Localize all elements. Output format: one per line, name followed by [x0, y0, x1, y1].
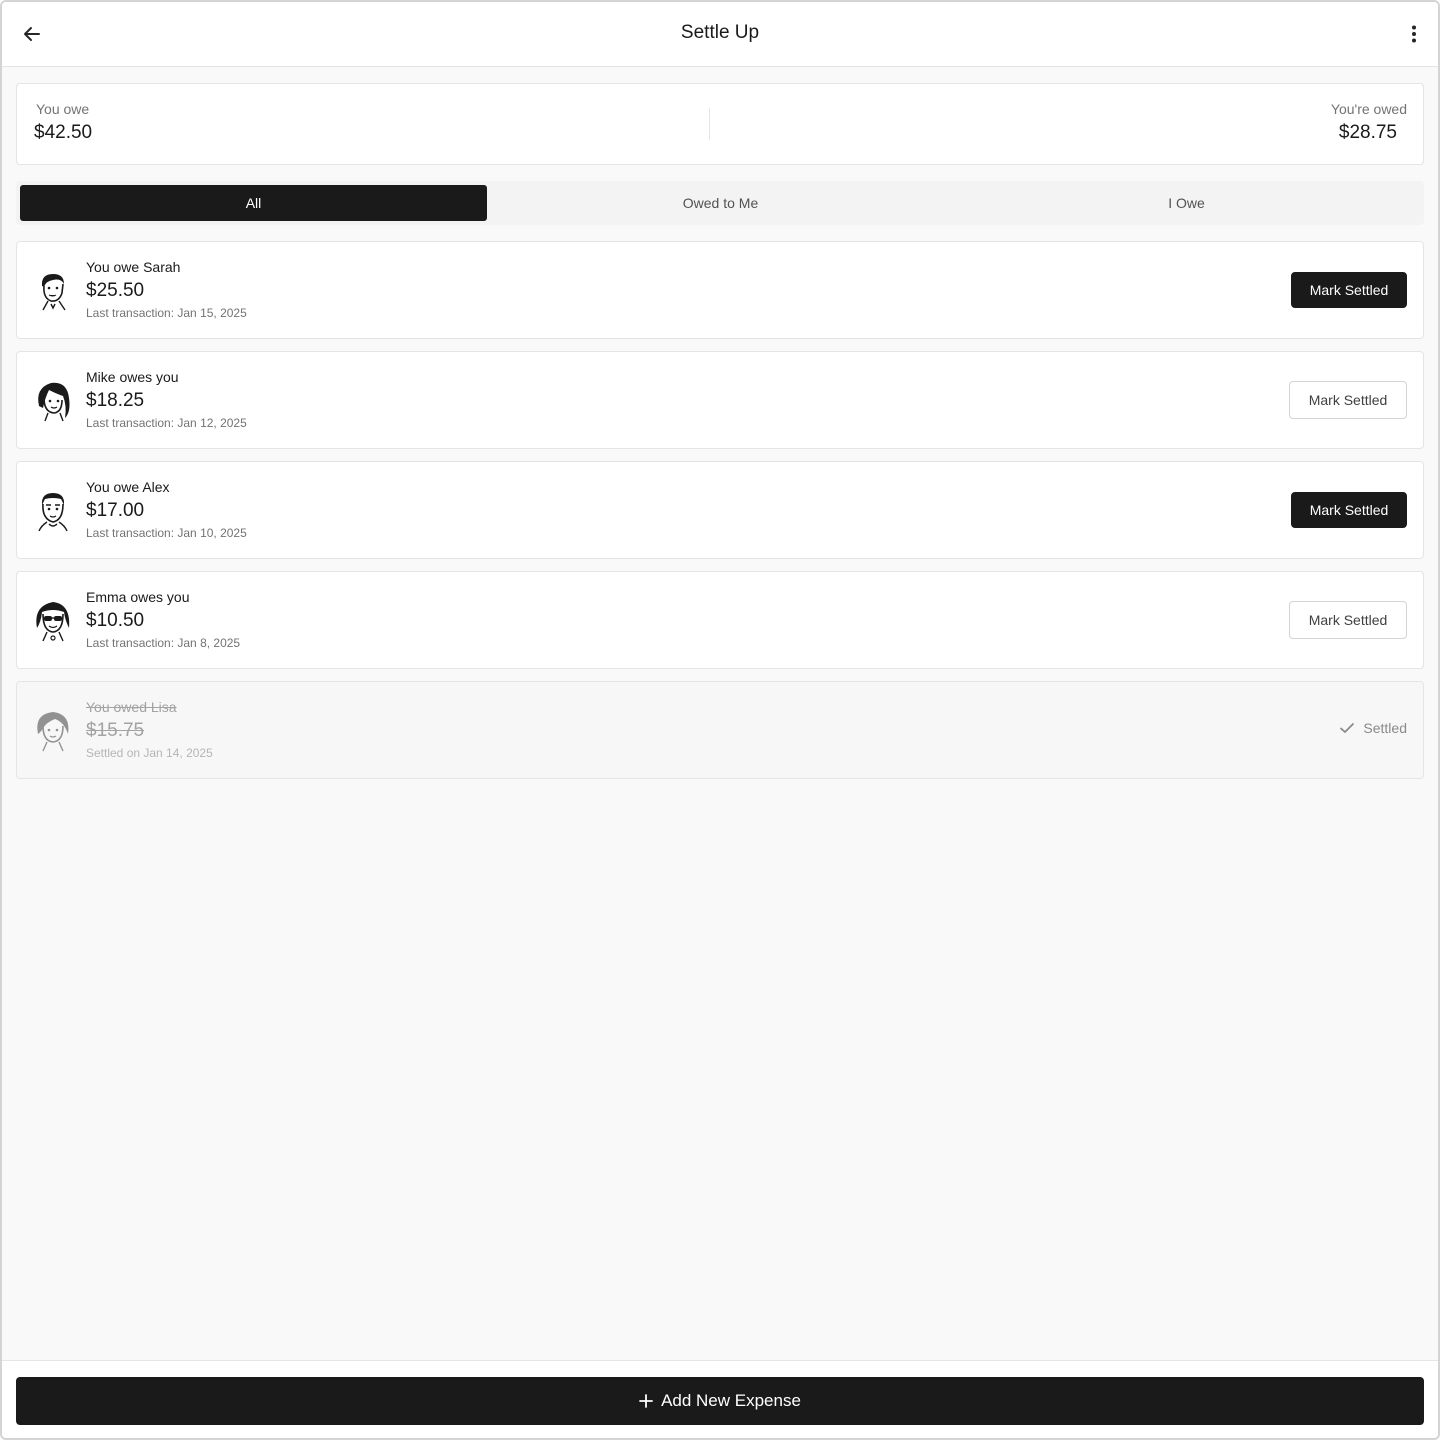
balance-row-text: Mike owes you $18.25 Last transaction: J… [86, 369, 247, 430]
balance-row-lisa: You owed Lisa $15.75 Settled on Jan 14, … [16, 681, 1424, 779]
balance-amount: $10.50 [86, 610, 145, 631]
mark-settled-button[interactable]: Mark Settled [1289, 601, 1407, 639]
tab-all[interactable]: All [20, 185, 487, 221]
settled-status: Settled [1339, 720, 1407, 736]
balance-row-text: You owed Lisa $15.75 Settled on Jan 14, … [86, 699, 213, 760]
mark-settled-button[interactable]: Mark Settled [1291, 492, 1407, 528]
youre-owed-summary: You're owed $28.75 [1329, 101, 1407, 144]
add-new-expense-button[interactable]: Add New Expense [16, 1377, 1424, 1425]
avatar-emma [36, 602, 70, 642]
balance-date: Last transaction: Jan 10, 2025 [86, 526, 247, 540]
balance-amount: $25.50 [86, 280, 145, 301]
page-title: Settle Up [680, 22, 760, 43]
balance-date: Last transaction: Jan 8, 2025 [86, 636, 241, 650]
more-options-button[interactable] [1398, 18, 1430, 50]
balance-row-text: You owe Sarah $25.50 Last transaction: J… [86, 259, 247, 320]
youre-owed-value: $28.75 [1338, 122, 1397, 143]
balance-row-mike: Mike owes you $18.25 Last transaction: J… [16, 351, 1424, 449]
balance-date: Last transaction: Jan 15, 2025 [86, 306, 247, 320]
you-owe-summary: You owe $42.50 [34, 101, 92, 144]
balance-row-alex: You owe Alex $17.00 Last transaction: Ja… [16, 461, 1424, 559]
add-new-expense-label: Add New Expense [661, 1391, 801, 1410]
tab-owed-to-me[interactable]: Owed to Me [487, 185, 954, 221]
avatar-mike [38, 382, 70, 422]
balance-title: You owe Alex [86, 479, 170, 495]
balance-amount: $15.75 [86, 720, 145, 741]
bottom-bar: Add New Expense [2, 1360, 1438, 1438]
avatar-sarah [41, 274, 66, 311]
balance-row-text: Emma owes you $10.50 Last transaction: J… [86, 589, 240, 650]
balance-amount: $18.25 [86, 390, 145, 411]
youre-owed-label: You're owed [1330, 101, 1407, 117]
avatar-alex [38, 493, 68, 532]
plus-icon [639, 1394, 653, 1408]
balance-date: Settled on Jan 14, 2025 [86, 746, 213, 760]
avatar-lisa [37, 712, 69, 752]
balance-row-sarah: You owe Sarah $25.50 Last transaction: J… [16, 241, 1424, 339]
mark-settled-button[interactable]: Mark Settled [1289, 381, 1407, 419]
balance-row-emma: Emma owes you $10.50 Last transaction: J… [16, 571, 1424, 669]
balance-title: You owe Sarah [86, 259, 181, 275]
mark-settled-button[interactable]: Mark Settled [1291, 272, 1407, 308]
more-vertical-icon [1412, 25, 1416, 43]
you-owe-value: $42.50 [34, 122, 93, 143]
balance-summary-card: You owe $42.50 You're owed $28.75 [16, 83, 1424, 165]
balance-title: Mike owes you [86, 369, 179, 385]
top-bar: Settle Up [2, 2, 1438, 67]
balance-row-text: You owe Alex $17.00 Last transaction: Ja… [86, 479, 247, 540]
you-owe-label: You owe [36, 101, 90, 117]
tab-i-owe[interactable]: I Owe [953, 185, 1420, 221]
balance-title: Emma owes you [86, 589, 190, 605]
summary-divider [709, 108, 710, 140]
balance-title: You owed Lisa [86, 699, 177, 715]
filter-tabs: All Owed to Me I Owe [16, 181, 1424, 225]
balance-date: Last transaction: Jan 12, 2025 [86, 416, 247, 430]
check-icon [1340, 723, 1355, 733]
balance-amount: $17.00 [86, 500, 145, 521]
app-frame: Settle Up You owe $42.50 You're owed $28… [0, 0, 1440, 1440]
settled-label: Settled [1363, 720, 1407, 736]
